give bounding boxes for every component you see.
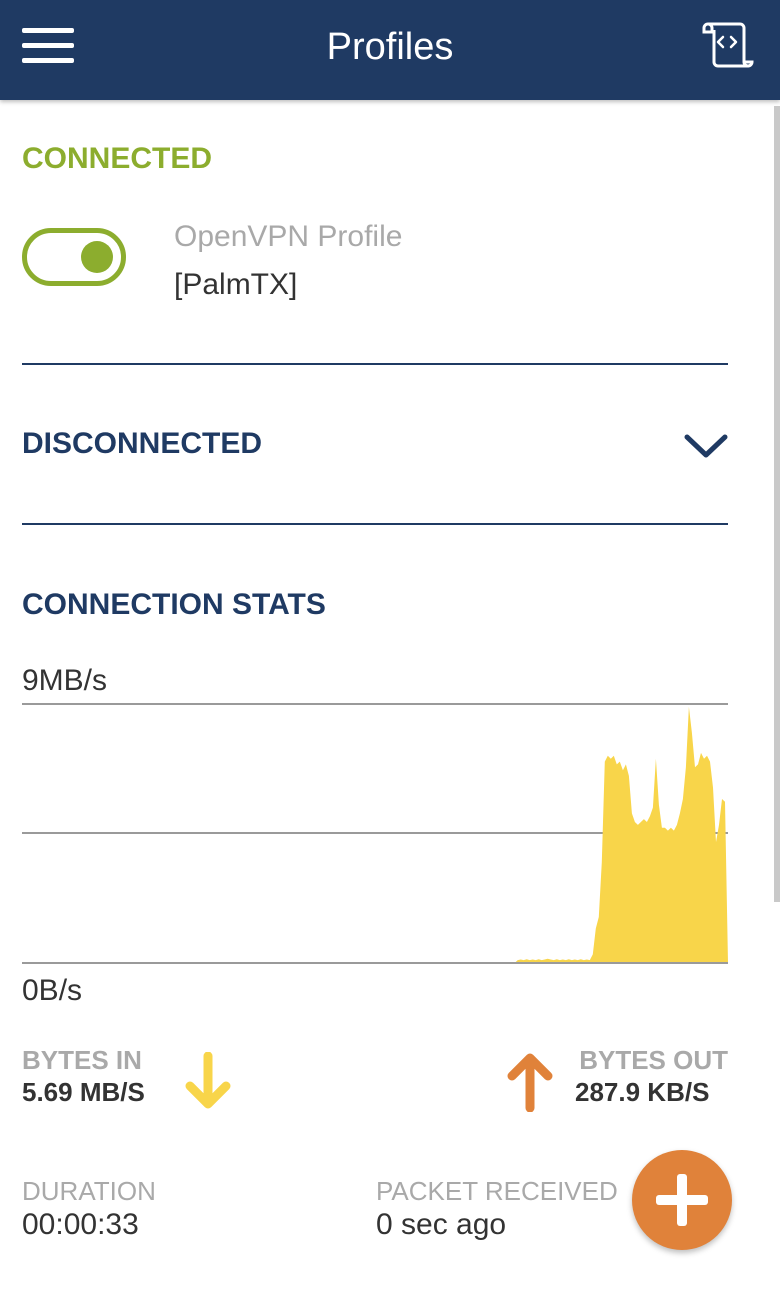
bytes-in-area-series — [22, 706, 728, 963]
bytes-out-value: 287.9 KB/S — [575, 1077, 710, 1107]
disconnected-section-title[interactable]: DISCONNECTED — [22, 426, 262, 462]
connection-stats-title: CONNECTION STATS — [22, 588, 326, 621]
bytes-in-label: BYTES IN — [22, 1045, 142, 1075]
arrow-down-icon — [185, 1052, 231, 1109]
duration-label: DURATION — [22, 1176, 156, 1206]
packet-received-value: 0 sec ago — [376, 1208, 507, 1241]
page-title: Profiles — [326, 26, 454, 68]
bytes-out-label: BYTES OUT — [579, 1045, 728, 1075]
app-bar: Profiles — [0, 0, 780, 100]
section-divider — [22, 523, 728, 525]
log-file-icon[interactable] — [700, 20, 754, 70]
duration-value: 00:00:33 — [22, 1208, 139, 1241]
connected-section-title: CONNECTED — [22, 142, 213, 175]
y-axis-min-label: 0B/s — [22, 974, 83, 1007]
packet-received-label: PACKET RECEIVED — [376, 1176, 618, 1206]
throughput-chart — [22, 703, 728, 964]
add-profile-button[interactable] — [632, 1150, 732, 1250]
y-axis-max-label: 9MB/s — [22, 664, 108, 697]
scrollbar[interactable] — [774, 106, 780, 902]
bytes-in-value: 5.69 MB/S — [22, 1077, 145, 1107]
profile-name[interactable]: [PalmTX] — [174, 267, 297, 303]
arrow-up-icon — [507, 1053, 553, 1112]
section-divider — [22, 363, 728, 365]
vpn-connection-toggle[interactable] — [22, 228, 126, 286]
plus-icon-vertical — [677, 1174, 687, 1226]
profile-type-label: OpenVPN Profile — [174, 220, 403, 253]
chevron-down-icon[interactable] — [682, 430, 730, 462]
toggle-knob — [81, 241, 113, 273]
